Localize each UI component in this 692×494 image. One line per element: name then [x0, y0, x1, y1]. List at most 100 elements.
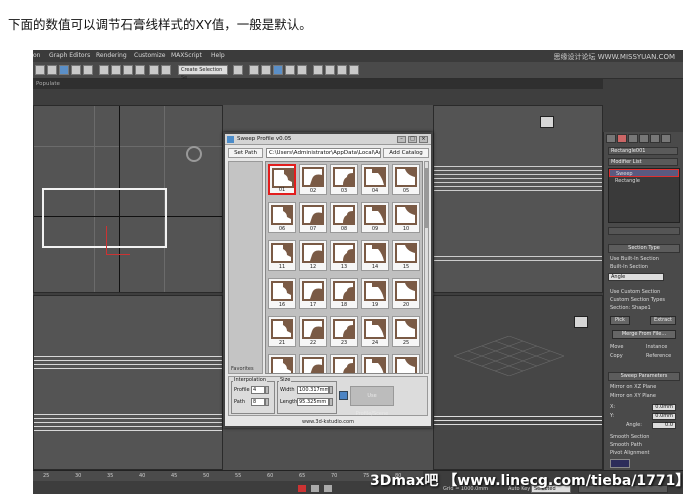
profile-steps-spinner[interactable]	[265, 386, 269, 394]
object-name-field[interactable]: Rectangle001	[608, 147, 678, 155]
select-icon[interactable]	[35, 65, 45, 75]
modify-tab-icon[interactable]	[617, 134, 627, 143]
key-icon[interactable]	[298, 485, 306, 492]
percent-snap-icon[interactable]	[123, 65, 133, 75]
path-field[interactable]: C:\Users\Administrator\AppData\Local\Aut	[266, 148, 381, 158]
profile-thumbnail[interactable]: 23	[330, 316, 358, 347]
menu-item-rendering[interactable]: Rendering	[96, 52, 127, 59]
length-input[interactable]: 95.325mm	[297, 398, 329, 406]
schematic-icon[interactable]	[285, 65, 295, 75]
render-frame-icon[interactable]	[325, 65, 335, 75]
maximize-icon[interactable]: □	[408, 136, 417, 143]
viewcube-icon[interactable]	[540, 116, 554, 128]
smooth-section-checkbox[interactable]: Smooth Section	[610, 434, 649, 440]
stack-item-rectangle[interactable]: Rectangle	[609, 177, 679, 185]
profile-thumbnail[interactable]: 25	[392, 316, 420, 347]
use-profile-button[interactable]: Use Profile/Scene	[350, 386, 394, 417]
time-ruler[interactable]: 25 30 35 40 45 50 55 60 65 70 75 80	[33, 471, 423, 481]
viewcube-icon[interactable]	[574, 316, 588, 328]
angle-snap-icon[interactable]	[111, 65, 121, 75]
align-icon[interactable]	[233, 65, 243, 75]
render-setup-icon[interactable]	[313, 65, 323, 75]
create-tab-icon[interactable]	[606, 134, 616, 143]
material-editor-icon[interactable]	[297, 65, 307, 75]
profile-thumbnail[interactable]: 18	[330, 278, 358, 309]
close-icon[interactable]: ×	[419, 136, 428, 143]
profile-thumbnail[interactable]: 19	[361, 278, 389, 309]
set-path-button[interactable]: Set Path	[228, 148, 263, 158]
use-custom-radio[interactable]: Use Custom Section	[610, 289, 660, 295]
profile-thumbnail[interactable]: 21	[268, 316, 296, 347]
edit-named-selection-icon[interactable]	[149, 65, 159, 75]
menu-item-graph-editors[interactable]: Graph Editors	[49, 52, 90, 59]
utilities-tab-icon[interactable]	[661, 134, 671, 143]
reference-radio[interactable]: Reference	[646, 353, 671, 359]
scale-icon[interactable]	[83, 65, 93, 75]
path-steps-input[interactable]: 8	[251, 398, 265, 406]
profile-thumbnail[interactable]: 01	[268, 164, 296, 195]
pick-button[interactable]: Pick	[610, 316, 630, 325]
use-builtin-radio[interactable]: Use Built-In Section	[610, 256, 659, 262]
profile-thumbnail[interactable]: 04	[361, 164, 389, 195]
catalog-sidebar[interactable]: Favorites	[228, 161, 263, 374]
viewport-top-left[interactable]	[33, 105, 223, 293]
dialog-footer-url[interactable]: www.3d-kstudio.com	[225, 419, 431, 425]
menu-item-customize[interactable]: Customize	[134, 52, 166, 59]
motion-tab-icon[interactable]	[639, 134, 649, 143]
rectangle-shape[interactable]	[42, 188, 167, 248]
coordinate-mode-icon[interactable]	[324, 485, 332, 492]
viewport-perspective[interactable]	[433, 295, 603, 470]
graphite-icon[interactable]	[261, 65, 271, 75]
grid-scrollbar[interactable]	[424, 161, 429, 374]
builtin-section-dropdown[interactable]: Angle	[608, 273, 664, 281]
scrollbar-thumb[interactable]	[425, 168, 428, 228]
spinner-snap-icon[interactable]	[135, 65, 145, 75]
favorites-tab[interactable]: Favorites	[231, 366, 254, 372]
mirror-xz-checkbox[interactable]: Mirror on XZ Plane	[610, 384, 656, 390]
profile-thumbnail[interactable]: 14	[361, 240, 389, 271]
menu-item-maxscript[interactable]: MAXScript	[171, 52, 202, 59]
rotate-icon[interactable]	[71, 65, 81, 75]
extract-button[interactable]: Extract	[650, 316, 676, 325]
profile-thumbnail[interactable]: 07	[299, 202, 327, 233]
stack-tools[interactable]	[608, 227, 680, 235]
profile-thumbnail[interactable]: P04	[361, 354, 389, 373]
smooth-path-checkbox[interactable]: Smooth Path	[610, 442, 642, 448]
profile-thumbnail[interactable]: 15	[392, 240, 420, 271]
display-tab-icon[interactable]	[650, 134, 660, 143]
lock-ratio-checkbox[interactable]	[339, 391, 348, 400]
add-catalog-button[interactable]: Add Catalog	[383, 148, 429, 158]
width-input[interactable]: 100.317mm	[297, 386, 329, 394]
profile-thumbnail[interactable]: 08	[330, 202, 358, 233]
mirror-xy-checkbox[interactable]: Mirror on XY Plane	[610, 393, 656, 399]
sweep-parameters-rollout[interactable]: Sweep Parameters	[608, 372, 680, 381]
y-offset-spinner[interactable]: 0.0mm	[652, 413, 676, 420]
populate-label[interactable]: Populate	[36, 81, 60, 87]
snap-icon[interactable]	[99, 65, 109, 75]
profile-thumbnail[interactable]: 02	[299, 164, 327, 195]
move-icon[interactable]	[59, 65, 69, 75]
angle-spinner[interactable]: 0.0	[652, 422, 676, 429]
profile-thumbnail[interactable]: 20	[392, 278, 420, 309]
profile-thumbnail[interactable]: 05	[392, 164, 420, 195]
minimize-icon[interactable]: –	[397, 136, 406, 143]
profile-thumbnail[interactable]: 24	[361, 316, 389, 347]
pivot-alignment-grid[interactable]	[610, 459, 630, 468]
named-selection-dropdown[interactable]: Create Selection Se	[178, 65, 228, 81]
merge-from-file-button[interactable]: Merge From File...	[612, 330, 676, 339]
profile-thumbnail[interactable]: 17	[299, 278, 327, 309]
profile-steps-input[interactable]: 4	[251, 386, 265, 394]
menu-item-on[interactable]: on	[33, 52, 40, 59]
profile-thumbnail[interactable]: 16	[268, 278, 296, 309]
modifier-list-dropdown[interactable]: Modifier List	[608, 158, 678, 166]
lock-icon[interactable]	[311, 485, 319, 492]
profile-thumbnail[interactable]: 10	[392, 202, 420, 233]
curve-editor-icon[interactable]	[273, 65, 283, 75]
menu-item-help[interactable]: Help	[211, 52, 225, 59]
path-steps-spinner[interactable]	[265, 398, 269, 406]
render-icon[interactable]	[337, 65, 347, 75]
profile-thumbnail[interactable]: 12	[299, 240, 327, 271]
profile-thumbnail[interactable]: P05	[392, 354, 420, 373]
move-radio[interactable]: Move	[610, 344, 623, 350]
stack-item-sweep[interactable]: Sweep	[609, 169, 679, 177]
